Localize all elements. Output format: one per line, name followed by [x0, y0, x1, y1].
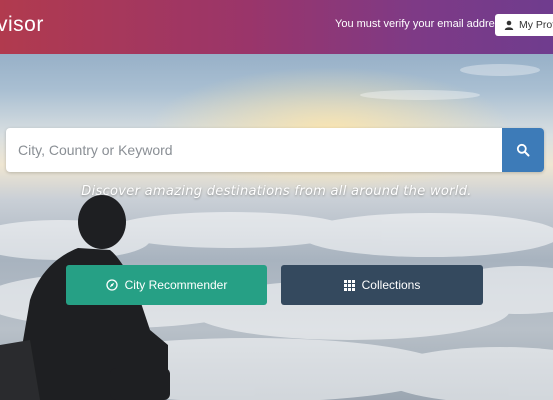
grid-icon	[343, 279, 355, 291]
hero-background	[0, 0, 553, 400]
collections-label: Collections	[361, 278, 421, 292]
hero-tagline: Discover amazing destinations from all a…	[81, 184, 472, 199]
search-icon	[516, 143, 530, 157]
compass-icon	[105, 279, 118, 291]
my-profile-button[interactable]: My Profi	[495, 14, 553, 36]
top-navbar: visor You must verify your email address…	[0, 0, 553, 54]
user-icon	[504, 20, 514, 30]
brand-logo[interactable]: visor	[0, 13, 44, 37]
city-recommender-label: City Recommender	[124, 278, 228, 292]
my-profile-label: My Profi	[519, 19, 553, 31]
city-recommender-button[interactable]: City Recommender	[66, 265, 267, 305]
search-button[interactable]	[502, 128, 544, 172]
search-input[interactable]	[6, 128, 502, 172]
verify-email-notice[interactable]: You must verify your email address	[335, 18, 506, 30]
hiker-silhouette	[0, 195, 170, 400]
collections-button[interactable]: Collections	[281, 265, 483, 305]
search-bar	[6, 128, 544, 172]
